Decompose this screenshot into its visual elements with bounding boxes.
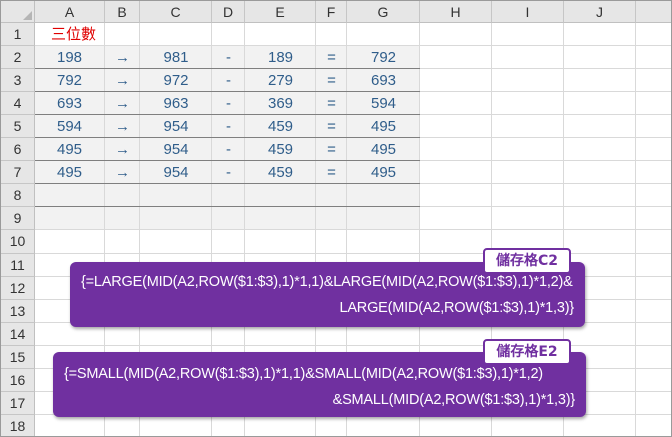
cell-c3[interactable]: 972 [140,69,212,92]
cell-d4[interactable]: - [212,92,245,115]
row-header-1[interactable]: 1 [1,23,35,46]
cell-d6[interactable]: - [212,138,245,161]
cell-b6[interactable]: → [105,138,140,161]
cell-g2[interactable]: 792 [347,46,420,69]
gridline [420,137,671,138]
gridline [420,160,671,161]
row-header-14[interactable]: 14 [1,323,35,346]
column-header-i[interactable]: I [492,1,564,23]
cell-d3[interactable]: - [212,69,245,92]
row-header-11[interactable]: 11 [1,254,35,277]
column-header-d[interactable]: D [212,1,245,23]
row-header-10[interactable]: 10 [1,230,35,254]
row-header-4[interactable]: 4 [1,92,35,115]
row-header-2[interactable]: 2 [1,46,35,69]
row-header-8[interactable]: 8 [1,184,35,207]
cell-g3[interactable]: 693 [347,69,420,92]
gridline [35,229,671,230]
cell-c5[interactable]: 954 [140,115,212,138]
spreadsheet: A B C D E F G H I J 1 2 3 4 5 6 7 8 9 10… [0,0,672,437]
cell-b7[interactable]: → [105,161,140,184]
gridline [35,253,671,254]
column-header-j[interactable]: J [564,1,636,23]
formula-e2-line2: &SMALL(MID(A2,ROW($1:$3),1)*1,3)} [332,392,576,408]
gridline [35,345,671,346]
cell-c4[interactable]: 963 [140,92,212,115]
cell-f6[interactable]: = [316,138,347,161]
cell-b4[interactable]: → [105,92,140,115]
gridline [420,183,671,184]
row-header-7[interactable]: 7 [1,161,35,184]
formula-c2-line1: {=LARGE(MID(A2,ROW($1:$3),1)*1,1)&LARGE(… [81,274,573,290]
row-header-9[interactable]: 9 [1,207,35,230]
gridline [420,68,671,69]
column-header-e[interactable]: E [245,1,316,23]
cell-d7[interactable]: - [212,161,245,184]
column-header-overflow[interactable] [636,1,671,23]
callout-tag-e2: 儲存格E2 [483,339,571,365]
select-all-icon [23,11,32,20]
gridline [420,206,671,207]
select-all-corner[interactable] [1,1,35,23]
row-header-16[interactable]: 16 [1,369,35,392]
gridline [420,114,671,115]
column-header-h[interactable]: H [420,1,492,23]
row-header-17[interactable]: 17 [1,392,35,415]
row-header-13[interactable]: 13 [1,300,35,323]
column-header-a[interactable]: A [35,1,105,23]
cell-a3[interactable]: 792 [35,69,105,92]
cell-g6[interactable]: 495 [347,138,420,161]
cell-f5[interactable]: = [316,115,347,138]
cell-e3[interactable]: 279 [245,69,316,92]
cell-e7[interactable]: 459 [245,161,316,184]
cell-c2[interactable]: 981 [140,46,212,69]
cell-e6[interactable]: 459 [245,138,316,161]
cell-g5[interactable]: 495 [347,115,420,138]
cell-f2[interactable]: = [316,46,347,69]
row-header-15[interactable]: 15 [1,346,35,369]
cell-d2[interactable]: - [212,46,245,69]
column-header-b[interactable]: B [105,1,140,23]
column-header-f[interactable]: F [316,1,347,23]
gridline [420,91,671,92]
cell-a2[interactable]: 198 [35,46,105,69]
formula-c2-line2: LARGE(MID(A2,ROW($1:$3),1)*1,3)} [339,300,574,316]
column-header-c[interactable]: C [140,1,212,23]
row-header-12[interactable]: 12 [1,277,35,300]
row-header-3[interactable]: 3 [1,69,35,92]
cell-a6[interactable]: 495 [35,138,105,161]
cell-b5[interactable]: → [105,115,140,138]
cell-b2[interactable]: → [105,46,140,69]
cell-f3[interactable]: = [316,69,347,92]
cell-e2[interactable]: 189 [245,46,316,69]
formula-e2-line1: {=SMALL(MID(A2,ROW($1:$3),1)*1,1)&SMALL(… [64,366,543,382]
cell-e5[interactable]: 459 [245,115,316,138]
row-header-6[interactable]: 6 [1,138,35,161]
cell-c6[interactable]: 954 [140,138,212,161]
cell-g7[interactable]: 495 [347,161,420,184]
cell-g4[interactable]: 594 [347,92,420,115]
column-header-g[interactable]: G [347,1,420,23]
callout-tag-c2: 儲存格C2 [483,248,571,274]
row-header-5[interactable]: 5 [1,115,35,138]
cell-a4[interactable]: 693 [35,92,105,115]
cell-d5[interactable]: - [212,115,245,138]
cell-a5[interactable]: 594 [35,115,105,138]
cell-a1-title[interactable]: 三位數 [35,23,105,46]
cell-e4[interactable]: 369 [245,92,316,115]
cell-f4[interactable]: = [316,92,347,115]
cell-c7[interactable]: 954 [140,161,212,184]
cell-a7[interactable]: 495 [35,161,105,184]
row-header-18[interactable]: 18 [1,415,35,436]
cell-b3[interactable]: → [105,69,140,92]
row-separator [35,206,420,207]
cell-f7[interactable]: = [316,161,347,184]
